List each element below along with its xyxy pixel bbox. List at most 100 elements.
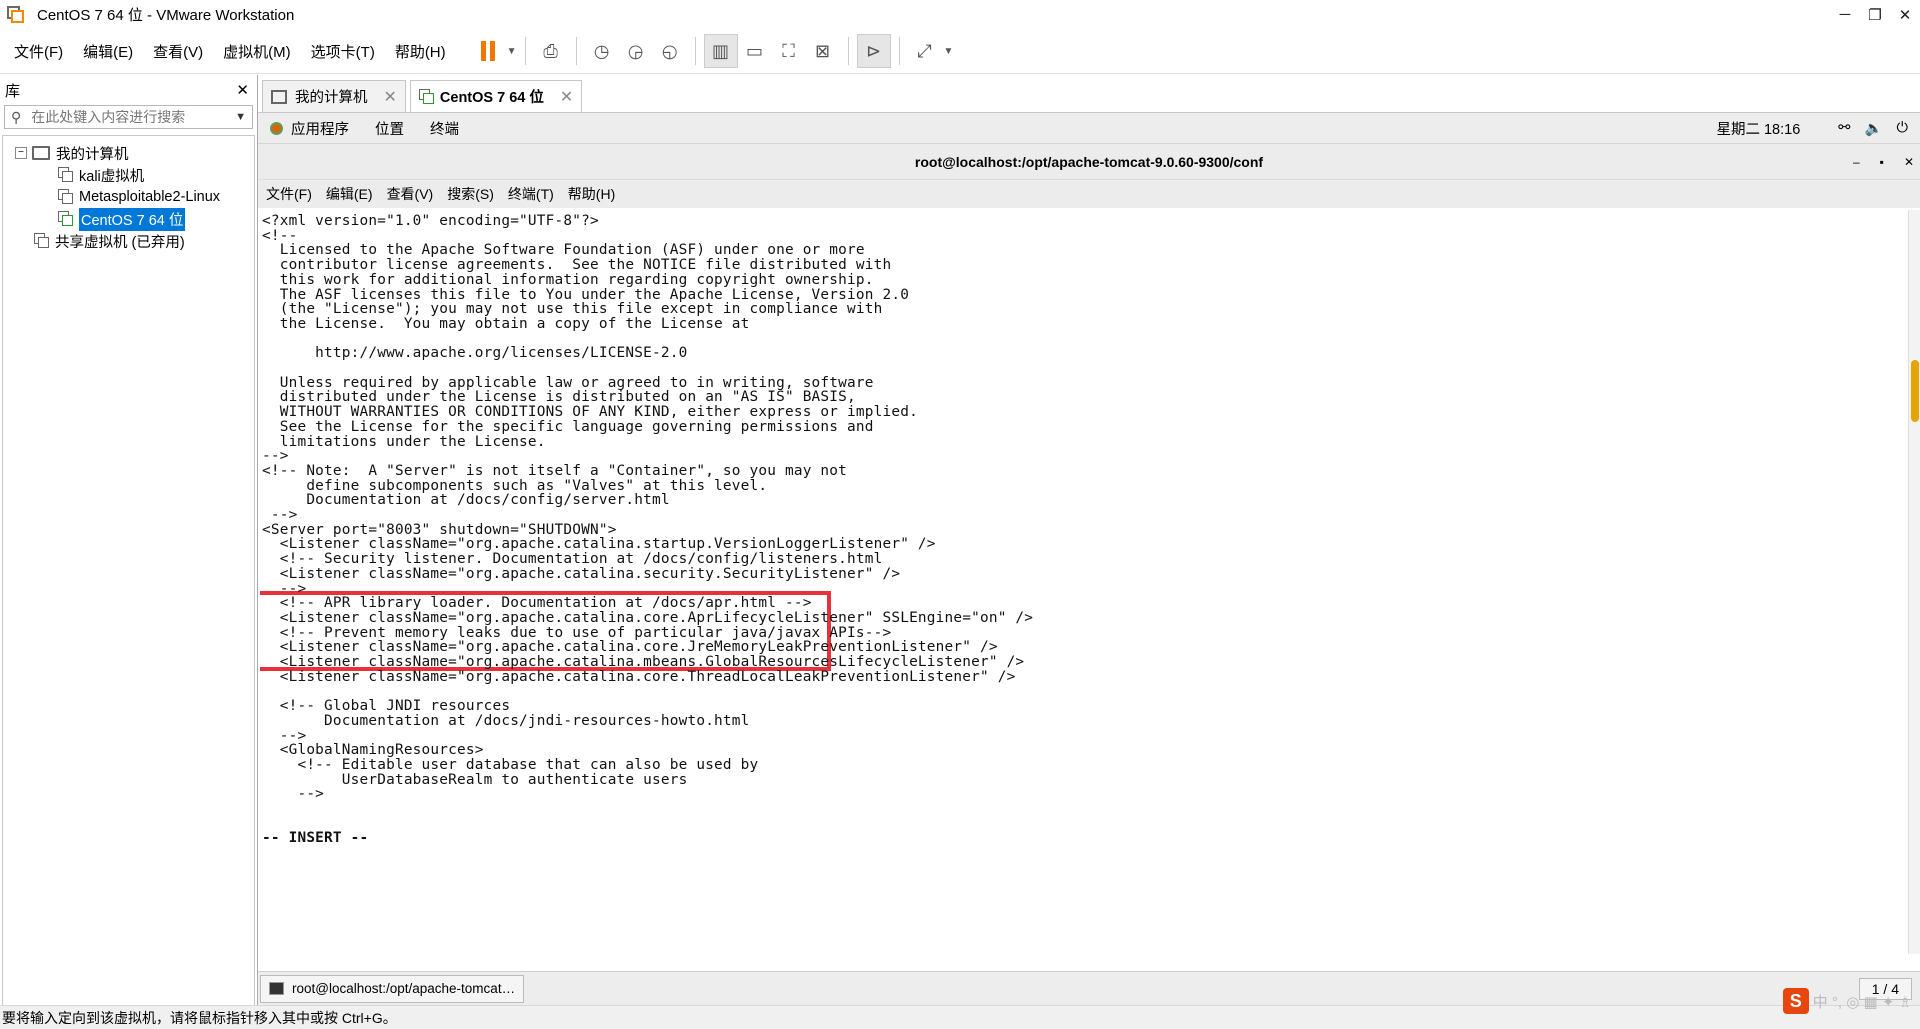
network-icon[interactable]: ⚯ bbox=[1838, 120, 1850, 136]
terminal-titlebar: root@localhost:/opt/apache-tomcat-9.0.60… bbox=[258, 144, 1920, 180]
thumbnail-bar-icon: ▭ bbox=[746, 40, 764, 61]
snapshot-manager-button[interactable]: ◵ bbox=[653, 34, 687, 68]
full-screen-button[interactable]: ⛶ bbox=[772, 34, 806, 68]
terminal-icon bbox=[269, 982, 284, 995]
collapse-icon[interactable]: − bbox=[15, 147, 27, 159]
tree-item-my-computer[interactable]: − 我的计算机 bbox=[3, 142, 254, 164]
terminal-menu-terminal[interactable]: 终端(T) bbox=[508, 184, 554, 204]
menu-view[interactable]: 查看(V) bbox=[146, 41, 210, 62]
power-icon[interactable]: ⏻ bbox=[1897, 120, 1908, 136]
scrollbar-thumb[interactable] bbox=[1911, 360, 1919, 422]
minimize-button[interactable]: ─ bbox=[1830, 0, 1860, 29]
terminal-scrollbar[interactable] bbox=[1908, 210, 1920, 954]
gnome-menu-places[interactable]: 位置 bbox=[375, 118, 404, 139]
terminal-menu-search[interactable]: 搜索(S) bbox=[447, 184, 494, 204]
tab-centos[interactable]: CentOS 7 64 位 ✕ bbox=[409, 80, 583, 112]
vm-running-icon bbox=[58, 211, 74, 227]
terminal-line: <Listener className="org.apache.catalina… bbox=[262, 654, 1025, 670]
computer-icon bbox=[32, 146, 50, 160]
terminal-line: Documentation at /docs/jndi-resources-ho… bbox=[262, 712, 750, 729]
search-dropdown-icon[interactable]: ▼ bbox=[235, 111, 246, 123]
terminal-line: --> bbox=[262, 507, 298, 523]
show-library-button[interactable]: ▥ bbox=[703, 34, 738, 68]
tree-item-vm[interactable]: Metasploitable2-Linux bbox=[3, 186, 254, 208]
send-ctrl-alt-del-button[interactable]: ⎙ bbox=[534, 34, 568, 68]
terminal-line: UserDatabaseRealm to authenticate users bbox=[262, 771, 688, 788]
vm-console[interactable]: 应用程序 位置 终端 星期二 18:16 ⚯ 🔈 ⏻ root@localhos… bbox=[258, 112, 1920, 1005]
menu-vm[interactable]: 虚拟机(M) bbox=[216, 41, 298, 62]
tab-my-computer[interactable]: 我的计算机 ✕ bbox=[262, 80, 406, 112]
terminal-line: <Server port="8003" shutdown="SHUTDOWN"> bbox=[262, 521, 617, 538]
terminal-line: --> bbox=[262, 448, 289, 465]
pause-dropdown-icon[interactable]: ▼ bbox=[507, 46, 517, 57]
tree-label: CentOS 7 64 位 bbox=[79, 207, 186, 231]
taskbar-terminal-item[interactable]: root@localhost:/opt/apache-tomcat… bbox=[260, 974, 525, 1003]
vm-icon bbox=[58, 189, 74, 205]
tree-item-vm[interactable]: kali虚拟机 bbox=[3, 164, 254, 186]
terminal-line: -- INSERT -- bbox=[262, 830, 369, 846]
maximize-button[interactable]: ❐ bbox=[1860, 0, 1890, 29]
terminal-line: <!-- Global JNDI resources bbox=[262, 698, 511, 715]
terminal-menu-file[interactable]: 文件(F) bbox=[266, 184, 312, 204]
stretch-dropdown-icon[interactable]: ▼ bbox=[944, 46, 954, 57]
terminal-line: <Listener className="org.apache.catalina… bbox=[262, 609, 1034, 626]
vm-icon bbox=[58, 167, 74, 183]
library-search-placeholder: 在此处键入内容进行搜索 bbox=[31, 109, 186, 125]
menu-edit[interactable]: 编辑(E) bbox=[76, 41, 140, 62]
terminal-line: <Listener className="org.apache.catalina… bbox=[262, 536, 936, 553]
terminal-line: --> bbox=[262, 580, 307, 597]
menu-help[interactable]: 帮助(H) bbox=[388, 41, 453, 62]
terminal-menu-help[interactable]: 帮助(H) bbox=[568, 184, 615, 204]
sogou-ime-icon[interactable]: S bbox=[1782, 988, 1809, 1014]
snapshot-manager-icon: ◵ bbox=[661, 40, 678, 61]
gnome-menu-applications[interactable]: 应用程序 bbox=[291, 118, 349, 139]
status-bar: 要将输入定向到该虚拟机，请将鼠标指针移入其中或按 Ctrl+G。 bbox=[0, 1005, 1920, 1029]
gnome-top-bar: 应用程序 位置 终端 星期二 18:16 ⚯ 🔈 ⏻ bbox=[258, 113, 1920, 144]
unity-button[interactable]: ⊠ bbox=[806, 34, 840, 68]
console-view-button[interactable]: ⊳ bbox=[856, 34, 891, 68]
terminal-line: Licensed to the Apache Software Foundati… bbox=[262, 242, 865, 259]
library-panel: 库 ✕ ⚲ 在此处键入内容进行搜索 ▼ − 我的计算机 kali虚拟机 Meta… bbox=[0, 75, 258, 1009]
ime-tray-text[interactable]: 中 °, ◎ ▦ ✦ ♗ bbox=[1813, 991, 1912, 1012]
snapshot-icon: ◷ bbox=[593, 40, 610, 61]
pause-button[interactable] bbox=[471, 34, 505, 68]
terminal-line: (the "License"); you may not use this fi… bbox=[262, 301, 883, 318]
tree-item-shared-vms[interactable]: 共享虚拟机 (已弃用) bbox=[3, 230, 254, 252]
window-titlebar: CentOS 7 64 位 - VMware Workstation ─ ❐ ✕ bbox=[0, 0, 1920, 29]
terminal-text-area[interactable]: <?xml version="1.0" encoding="UTF-8"?> <!… bbox=[260, 210, 1906, 954]
tab-close-icon[interactable]: ✕ bbox=[384, 87, 397, 107]
tree-label: 共享虚拟机 (已弃用) bbox=[55, 234, 185, 251]
close-button[interactable]: ✕ bbox=[1890, 0, 1920, 29]
terminal-line: <!-- Security listener. Documentation at… bbox=[262, 551, 883, 568]
stretch-guest-button[interactable]: ⤢ bbox=[908, 34, 942, 68]
terminal-line: <!-- Prevent memory leaks due to use of … bbox=[262, 624, 892, 641]
terminal-minimize-button[interactable]: ‒ bbox=[1853, 155, 1860, 169]
library-panel-icon: ▥ bbox=[712, 40, 730, 61]
tab-close-icon[interactable]: ✕ bbox=[560, 87, 573, 107]
menu-tabs[interactable]: 选项卡(T) bbox=[304, 41, 382, 62]
gnome-menu-terminal[interactable]: 终端 bbox=[430, 118, 459, 139]
tree-label: Metasploitable2-Linux bbox=[79, 189, 221, 205]
revert-snapshot-button[interactable]: ◶ bbox=[619, 34, 653, 68]
thumbnail-bar-button[interactable]: ▭ bbox=[738, 34, 772, 68]
terminal-menu-view[interactable]: 查看(V) bbox=[387, 184, 434, 204]
library-close-button[interactable]: ✕ bbox=[236, 81, 249, 99]
snapshot-button[interactable]: ◷ bbox=[585, 34, 619, 68]
volume-icon[interactable]: 🔈 bbox=[1864, 120, 1882, 137]
menu-file[interactable]: 文件(F) bbox=[7, 41, 70, 62]
terminal-line: <Listener className="org.apache.catalina… bbox=[262, 639, 998, 656]
full-screen-icon: ⛶ bbox=[782, 40, 795, 61]
terminal-line: See the License for the specific languag… bbox=[262, 418, 874, 435]
library-tree: − 我的计算机 kali虚拟机 Metasploitable2-Linux Ce… bbox=[2, 135, 255, 1009]
taskbar-item-label: root@localhost:/opt/apache-tomcat… bbox=[292, 981, 516, 996]
terminal-line: WITHOUT WARRANTIES OR CONDITIONS OF ANY … bbox=[262, 404, 918, 421]
terminal-line: limitations under the License. bbox=[262, 433, 546, 450]
terminal-menu-edit[interactable]: 编辑(E) bbox=[326, 184, 373, 204]
gnome-clock[interactable]: 星期二 18:16 bbox=[1716, 118, 1800, 139]
terminal-maximize-button[interactable]: ▪ bbox=[1880, 155, 1884, 169]
library-search-input[interactable]: ⚲ 在此处键入内容进行搜索 ▼ bbox=[4, 105, 253, 129]
gnome-apps-icon bbox=[270, 121, 283, 135]
terminal-close-button[interactable]: ✕ bbox=[1904, 155, 1914, 169]
terminal-line: <GlobalNamingResources> bbox=[262, 742, 484, 759]
tree-item-vm-selected[interactable]: CentOS 7 64 位 bbox=[3, 207, 254, 231]
